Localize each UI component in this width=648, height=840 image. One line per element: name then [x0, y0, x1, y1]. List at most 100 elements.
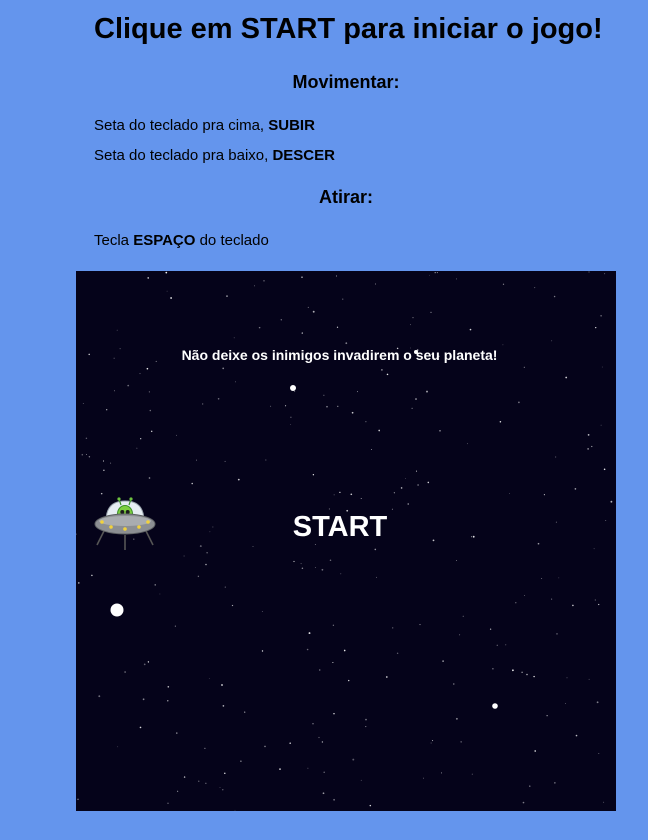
- ufo-alien-icon: [94, 497, 156, 550]
- bright-star: [110, 603, 124, 617]
- instruction-shoot: Tecla ESPAÇO do teclado: [94, 232, 269, 249]
- star: [350, 493, 353, 496]
- star: [405, 478, 406, 479]
- star: [264, 745, 266, 748]
- star: [86, 454, 88, 456]
- star: [565, 376, 568, 379]
- star: [600, 424, 602, 426]
- star: [572, 604, 574, 607]
- star: [323, 771, 325, 773]
- start-button[interactable]: START: [265, 507, 415, 547]
- star: [77, 582, 80, 584]
- star: [566, 677, 568, 679]
- shoot-heading: Atirar:: [318, 187, 373, 207]
- star: [348, 679, 350, 682]
- star: [312, 310, 315, 313]
- star: [526, 673, 528, 676]
- star: [360, 779, 362, 781]
- star: [604, 273, 606, 275]
- star: [319, 669, 321, 671]
- star: [206, 552, 208, 554]
- star: [529, 785, 531, 787]
- star: [174, 625, 176, 627]
- star: [378, 429, 381, 432]
- star: [127, 384, 130, 387]
- star: [148, 391, 151, 393]
- star: [323, 394, 325, 396]
- star: [81, 453, 84, 456]
- star: [224, 460, 226, 462]
- star: [441, 772, 442, 774]
- star: [543, 494, 545, 496]
- star: [285, 405, 287, 407]
- star: [170, 297, 173, 299]
- star: [426, 390, 428, 393]
- star: [222, 367, 225, 370]
- star: [176, 732, 178, 734]
- star: [258, 326, 261, 329]
- star: [91, 574, 93, 577]
- star: [301, 332, 303, 334]
- star: [546, 715, 548, 717]
- star: [233, 337, 235, 339]
- star: [351, 411, 354, 414]
- star: [98, 695, 101, 698]
- move-heading: Movimentar:: [292, 72, 400, 92]
- star: [204, 747, 206, 750]
- star: [386, 373, 389, 376]
- star: [558, 577, 560, 579]
- instruction-up-key: SUBIR: [268, 117, 315, 134]
- star: [587, 434, 590, 436]
- star: [342, 298, 344, 300]
- star: [177, 790, 179, 792]
- star: [393, 492, 395, 494]
- star: [147, 277, 149, 279]
- star: [139, 373, 141, 375]
- star: [165, 271, 168, 274]
- star: [102, 460, 105, 462]
- star: [224, 772, 226, 775]
- star: [290, 416, 292, 418]
- star: [587, 448, 589, 450]
- star: [541, 577, 543, 580]
- star: [588, 678, 590, 680]
- star: [396, 652, 399, 654]
- star: [499, 420, 502, 423]
- star: [167, 686, 170, 688]
- star: [77, 798, 79, 801]
- star: [369, 804, 372, 807]
- star: [598, 753, 600, 754]
- star: [412, 317, 414, 319]
- star: [279, 768, 281, 770]
- star: [154, 584, 156, 586]
- star: [301, 567, 304, 569]
- star: [423, 777, 424, 779]
- star: [512, 669, 514, 672]
- game-canvas[interactable]: Não deixe os inimigos invadirem o seu pl…: [76, 271, 616, 811]
- star: [472, 535, 475, 538]
- star: [352, 758, 355, 761]
- star: [196, 459, 197, 461]
- star: [471, 536, 472, 538]
- star: [85, 437, 88, 440]
- bright-star: [492, 703, 498, 709]
- star: [591, 445, 593, 448]
- instruction-down: Seta do teclado pra baixo, DESCER: [94, 147, 335, 164]
- star: [198, 780, 200, 782]
- star: [455, 717, 458, 720]
- star: [270, 405, 272, 407]
- star: [381, 369, 383, 371]
- star: [469, 328, 472, 331]
- star: [147, 661, 150, 663]
- star: [237, 478, 240, 481]
- instruction-down-text: Seta do teclado pra baixo,: [94, 147, 273, 164]
- star: [553, 295, 556, 298]
- star: [219, 787, 221, 788]
- instruction-shoot-suffix: do teclado: [195, 232, 269, 249]
- star: [442, 660, 444, 662]
- star: [82, 403, 84, 404]
- star: [143, 663, 146, 666]
- star: [202, 403, 204, 405]
- star: [555, 456, 557, 458]
- star: [360, 498, 362, 500]
